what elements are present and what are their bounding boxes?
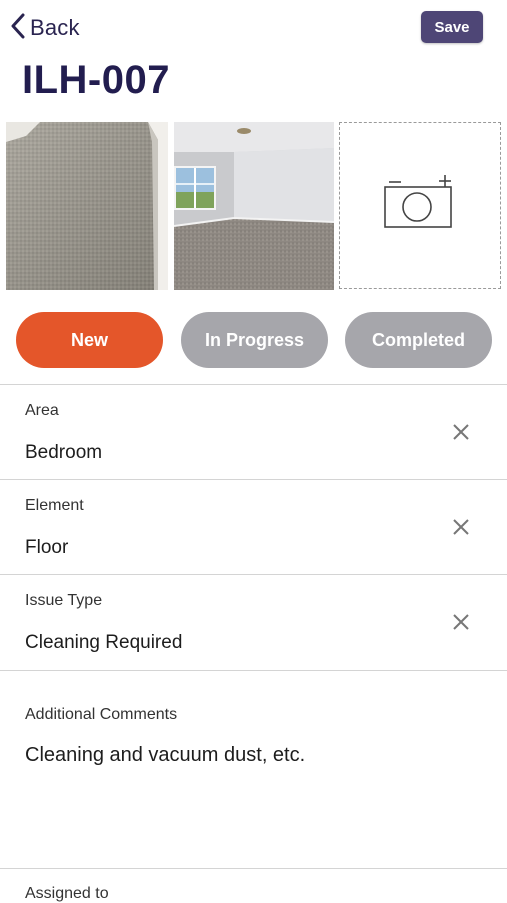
back-button[interactable]: Back xyxy=(10,13,80,44)
comments-label: Additional Comments xyxy=(25,706,178,723)
comments-textarea[interactable]: Cleaning and vacuum dust, etc. xyxy=(25,744,305,767)
element-value[interactable]: Floor xyxy=(25,537,68,559)
divider xyxy=(0,670,507,671)
chevron-left-icon xyxy=(10,13,26,44)
back-label: Back xyxy=(30,15,80,40)
clear-area-icon[interactable] xyxy=(450,421,472,443)
photo-carpet-closeup[interactable] xyxy=(6,122,168,290)
element-label: Element xyxy=(25,497,84,514)
divider xyxy=(0,868,507,869)
divider xyxy=(0,384,507,385)
area-label: Area xyxy=(25,402,59,419)
divider xyxy=(0,574,507,575)
status-completed-button[interactable]: Completed xyxy=(345,312,492,368)
area-value[interactable]: Bedroom xyxy=(25,442,102,464)
clear-issue-type-icon[interactable] xyxy=(450,611,472,633)
issue-type-value[interactable]: Cleaning Required xyxy=(25,632,182,654)
save-button[interactable]: Save xyxy=(421,11,483,43)
issue-type-label: Issue Type xyxy=(25,592,103,609)
clear-element-icon[interactable] xyxy=(450,516,472,538)
divider xyxy=(0,479,507,480)
assigned-to-label: Assigned to xyxy=(25,885,109,902)
status-new-button[interactable]: New xyxy=(16,312,163,368)
status-in-progress-button[interactable]: In Progress xyxy=(181,312,328,368)
top-bar: Back Save xyxy=(0,0,507,56)
page-title: ILH-007 xyxy=(22,58,170,102)
camera-add-icon xyxy=(383,175,457,236)
add-photo-button[interactable] xyxy=(339,122,501,289)
photo-empty-room[interactable] xyxy=(174,122,334,290)
